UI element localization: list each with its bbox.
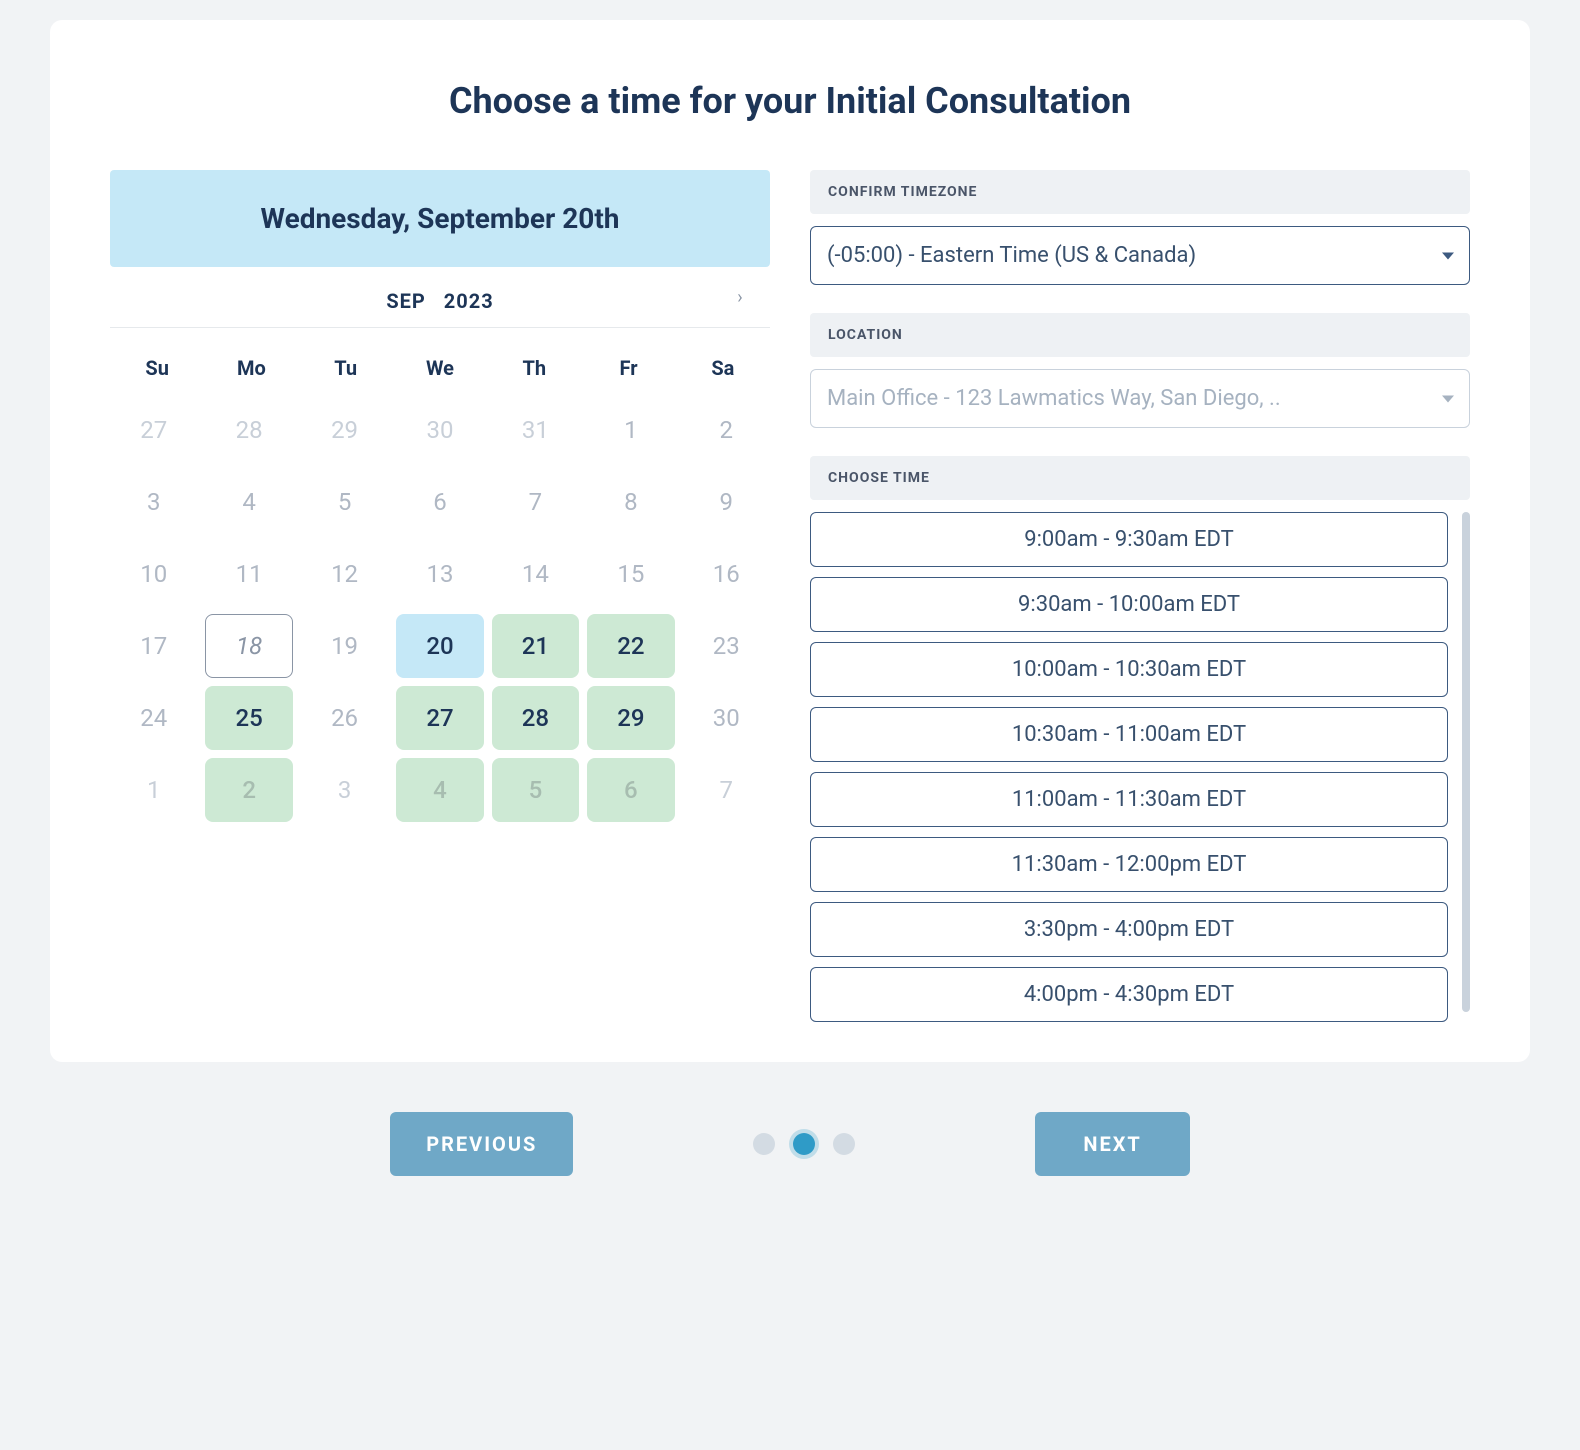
content: Wednesday, September 20th SEP 2023 › SuM…: [110, 170, 1470, 1022]
selection-panel: CONFIRM TIMEZONE (-05:00) - Eastern Time…: [810, 170, 1470, 1022]
calendar-day[interactable]: 3: [301, 758, 388, 822]
weekday-label: Th: [487, 348, 581, 388]
calendar-day[interactable]: 22: [587, 614, 674, 678]
calendar-day[interactable]: 27: [110, 398, 197, 462]
calendar-day[interactable]: 23: [683, 614, 770, 678]
calendar-day[interactable]: 1: [110, 758, 197, 822]
timeslot-option[interactable]: 3:30pm - 4:00pm EDT: [810, 902, 1448, 957]
calendar-day[interactable]: 9: [683, 470, 770, 534]
step-dot-1[interactable]: [753, 1133, 775, 1155]
timeslots-list[interactable]: 9:00am - 9:30am EDT 9:30am - 10:00am EDT 1…: [810, 512, 1462, 1022]
calendar-day[interactable]: 10: [110, 542, 197, 606]
timezone-section-label: CONFIRM TIMEZONE: [810, 170, 1470, 214]
calendar-day[interactable]: 21: [492, 614, 579, 678]
calendar-day[interactable]: 4: [396, 758, 483, 822]
calendar-day[interactable]: 15: [587, 542, 674, 606]
weekday-label: Sa: [676, 348, 770, 388]
calendar-day[interactable]: 7: [683, 758, 770, 822]
weekday-label: Mo: [204, 348, 298, 388]
step-indicator: [753, 1133, 855, 1155]
calendar-day[interactable]: 1: [587, 398, 674, 462]
calendar-day[interactable]: 24: [110, 686, 197, 750]
booking-card: Choose a time for your Initial Consultat…: [50, 20, 1530, 1062]
step-dot-3[interactable]: [833, 1133, 855, 1155]
calendar-day[interactable]: 14: [492, 542, 579, 606]
calendar-day[interactable]: 3: [110, 470, 197, 534]
calendar-day[interactable]: 28: [205, 398, 292, 462]
calendar-day[interactable]: 6: [396, 470, 483, 534]
weekday-label: Su: [110, 348, 204, 388]
calendar-day[interactable]: 8: [587, 470, 674, 534]
calendar-day[interactable]: 27: [396, 686, 483, 750]
calendar-day[interactable]: 19: [301, 614, 388, 678]
calendar-day[interactable]: 29: [301, 398, 388, 462]
calendar-day[interactable]: 5: [301, 470, 388, 534]
calendar-day[interactable]: 7: [492, 470, 579, 534]
weekday-label: Fr: [581, 348, 675, 388]
page-title: Choose a time for your Initial Consultat…: [110, 80, 1470, 122]
calendar-month-label: SEP: [386, 289, 425, 313]
calendar-day[interactable]: 12: [301, 542, 388, 606]
calendar-next-icon[interactable]: ›: [728, 285, 752, 309]
timezone-select[interactable]: (-05:00) - Eastern Time (US & Canada): [810, 226, 1470, 285]
step-dot-2[interactable]: [793, 1133, 815, 1155]
weekday-label: We: [393, 348, 487, 388]
calendar-day[interactable]: 30: [396, 398, 483, 462]
weekday-label: Tu: [299, 348, 393, 388]
timeslot-option[interactable]: 11:30am - 12:00pm EDT: [810, 837, 1448, 892]
calendar-day[interactable]: 25: [205, 686, 292, 750]
calendar-day[interactable]: 28: [492, 686, 579, 750]
selected-date-banner: Wednesday, September 20th: [110, 170, 770, 267]
calendar-weekdays: SuMoTuWeThFrSa: [110, 348, 770, 388]
timeslot-option[interactable]: 10:00am - 10:30am EDT: [810, 642, 1448, 697]
calendar-panel: Wednesday, September 20th SEP 2023 › SuM…: [110, 170, 770, 1022]
calendar-day[interactable]: 18: [205, 614, 292, 678]
timeslot-option[interactable]: 9:00am - 9:30am EDT: [810, 512, 1448, 567]
calendar-day[interactable]: 30: [683, 686, 770, 750]
location-select[interactable]: Main Office - 123 Lawmatics Way, San Die…: [810, 369, 1470, 428]
calendar-day[interactable]: 5: [492, 758, 579, 822]
calendar-day[interactable]: 6: [587, 758, 674, 822]
calendar-day[interactable]: 2: [205, 758, 292, 822]
calendar-day[interactable]: 4: [205, 470, 292, 534]
timeslot-option[interactable]: 11:00am - 11:30am EDT: [810, 772, 1448, 827]
location-section-label: LOCATION: [810, 313, 1470, 357]
timeslot-option[interactable]: 9:30am - 10:00am EDT: [810, 577, 1448, 632]
calendar-day[interactable]: 31: [492, 398, 579, 462]
calendar-day[interactable]: 26: [301, 686, 388, 750]
calendar-day[interactable]: 2: [683, 398, 770, 462]
next-button[interactable]: NEXT: [1035, 1112, 1189, 1176]
timeslots-container: 9:00am - 9:30am EDT 9:30am - 10:00am EDT 1…: [810, 512, 1470, 1022]
calendar-day[interactable]: 17: [110, 614, 197, 678]
scrollbar[interactable]: [1462, 512, 1470, 1012]
calendar-header: SEP 2023 ›: [110, 267, 770, 328]
footer-nav: PREVIOUS NEXT: [50, 1112, 1530, 1176]
timeslot-option[interactable]: 4:00pm - 4:30pm EDT: [810, 967, 1448, 1022]
calendar-day[interactable]: 16: [683, 542, 770, 606]
location-select-wrap: Main Office - 123 Lawmatics Way, San Die…: [810, 369, 1470, 428]
calendar-day[interactable]: 11: [205, 542, 292, 606]
timeslot-option[interactable]: 10:30am - 11:00am EDT: [810, 707, 1448, 762]
timezone-select-wrap: (-05:00) - Eastern Time (US & Canada): [810, 226, 1470, 285]
previous-button[interactable]: PREVIOUS: [390, 1112, 573, 1176]
time-section-label: CHOOSE TIME: [810, 456, 1470, 500]
calendar-day[interactable]: 13: [396, 542, 483, 606]
calendar-day[interactable]: 20: [396, 614, 483, 678]
calendar-days-grid: 2728293031123456789101112131415161718192…: [110, 398, 770, 822]
calendar-year-label: 2023: [444, 289, 494, 313]
calendar-day[interactable]: 29: [587, 686, 674, 750]
